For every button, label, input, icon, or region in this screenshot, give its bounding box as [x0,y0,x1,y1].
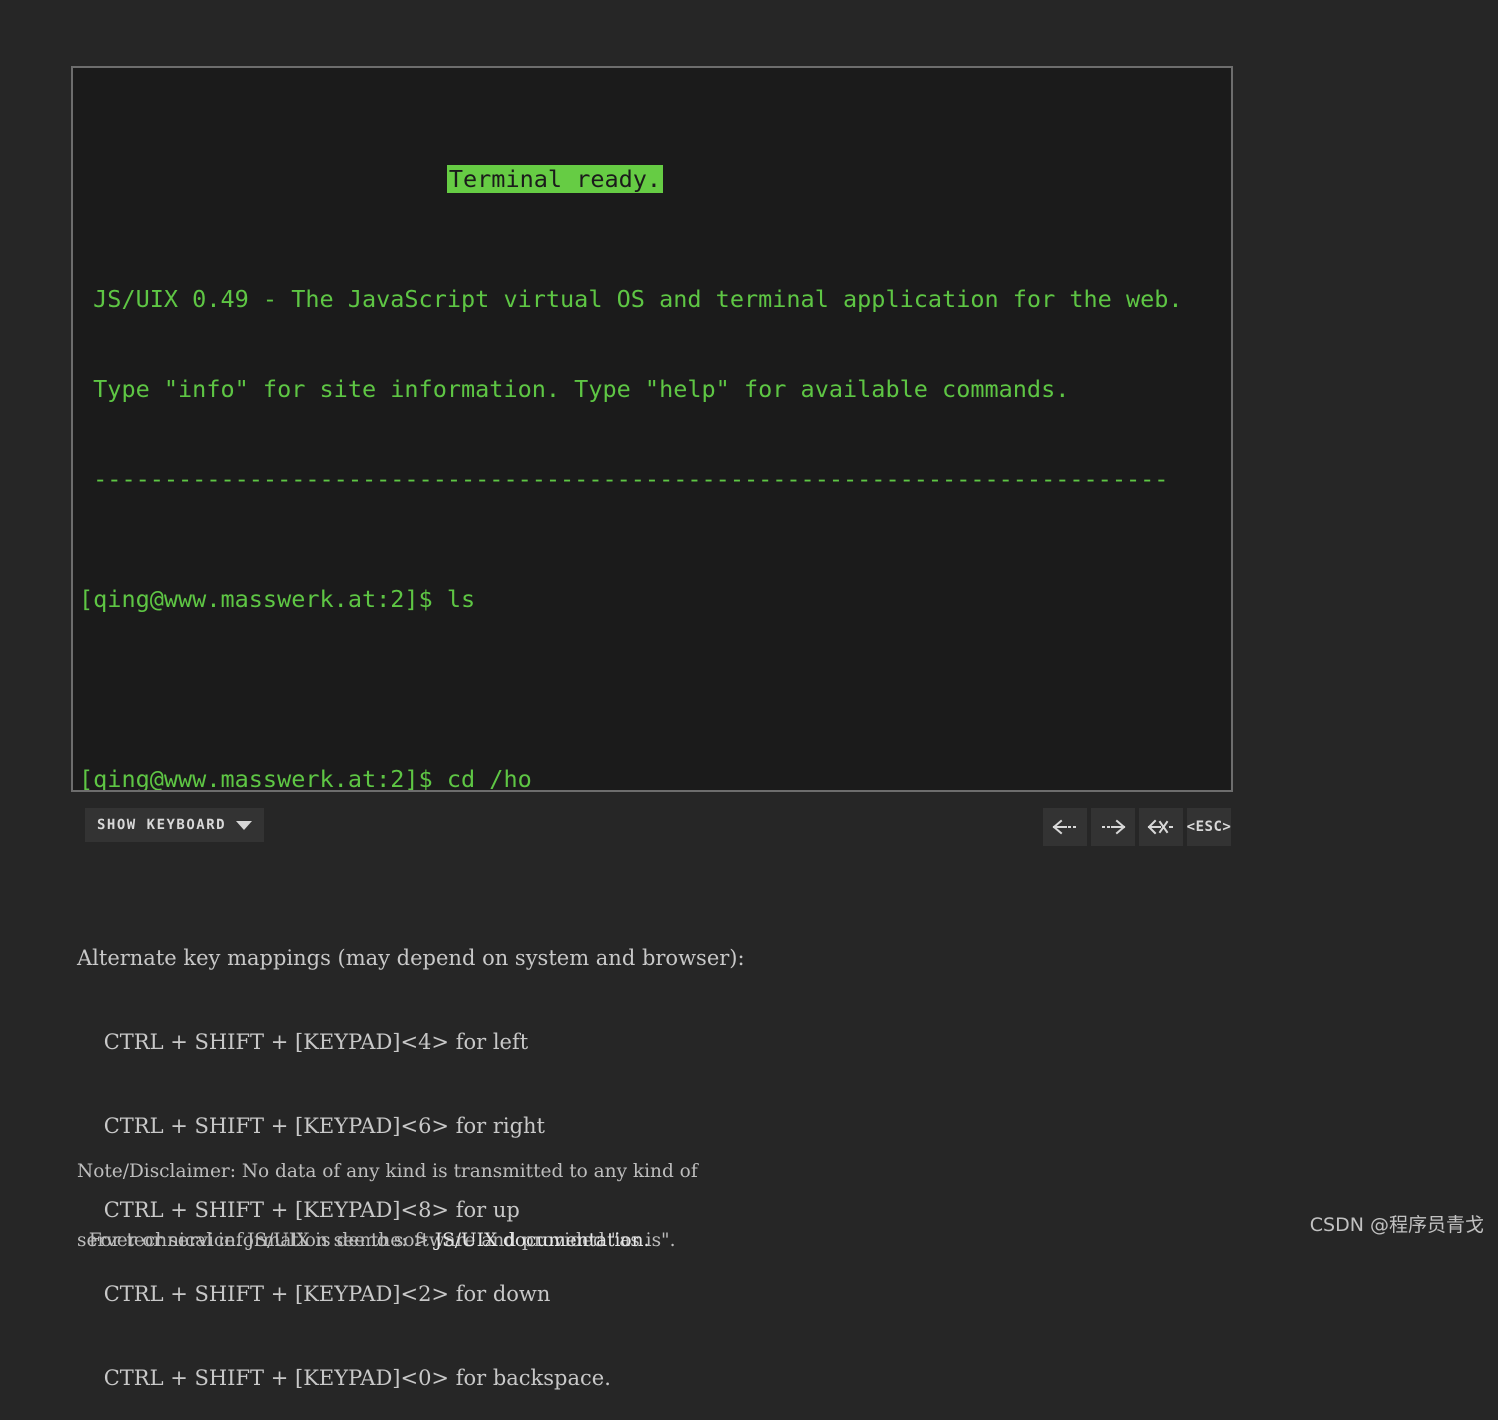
terminal-header-line-1: JS/UIX 0.49 - The JavaScript virtual OS … [79,285,1183,313]
show-keyboard-label: SHOW KEYBOARD [97,817,227,833]
footer-block: For technical information see the: > JS/… [77,1206,650,1252]
alternate-key-mappings-heading: Alternate key mappings (may depend on sy… [77,946,745,970]
arrow-right-icon [1100,819,1126,835]
backspace-delete-icon [1147,819,1175,835]
backspace-key-button[interactable] [1139,808,1183,846]
escape-key-label: <ESC> [1186,819,1232,835]
terminal-header-line-2: Type "info" for site information. Type "… [79,375,1070,403]
terminal-screen[interactable]: Terminal ready. JS/UIX 0.49 - The JavaSc… [73,68,1191,792]
escape-key-button[interactable]: <ESC> [1187,808,1231,846]
arrow-left-key-button[interactable] [1043,808,1087,846]
csdn-watermark: CSDN @程序员青戈 [1309,1214,1484,1236]
terminal-window[interactable]: Terminal ready. JS/UIX 0.49 - The JavaSc… [71,66,1233,792]
terminal-line: [qing@www.masswerk.at:2]$ ls [79,585,476,613]
banner-indent [79,165,447,193]
key-buttons-group: <ESC> [1043,808,1231,846]
terminal-line: [qing@www.masswerk.at:2]$ cd /ho [79,765,532,792]
terminal-banner-line: Terminal ready. [79,164,1183,194]
disclaimer-line: Note/Disclaimer: No data of any kind is … [77,1161,698,1182]
alternate-key-mapping-item: CTRL + SHIFT + [KEYPAD]<4> for left [77,1030,529,1054]
terminal-header-rule: ----------------------------------------… [79,465,1169,493]
footer-prefix: For technical information see the: > [88,1230,435,1251]
terminal-ready-banner: Terminal ready. [446,165,664,193]
arrow-left-icon [1052,819,1078,835]
arrow-right-key-button[interactable] [1091,808,1135,846]
show-keyboard-button[interactable]: SHOW KEYBOARD [85,808,265,842]
chevron-down-icon [236,820,253,830]
alternate-key-mapping-item: CTRL + SHIFT + [KEYPAD]<2> for down [77,1282,551,1306]
alternate-key-mapping-item: CTRL + SHIFT + [KEYPAD]<0> for backspace… [77,1366,611,1390]
documentation-link[interactable]: JS/UIX documentation. [435,1230,650,1251]
terminal-toolbar: SHOW KEYBOARD <ESC> [71,803,1233,847]
